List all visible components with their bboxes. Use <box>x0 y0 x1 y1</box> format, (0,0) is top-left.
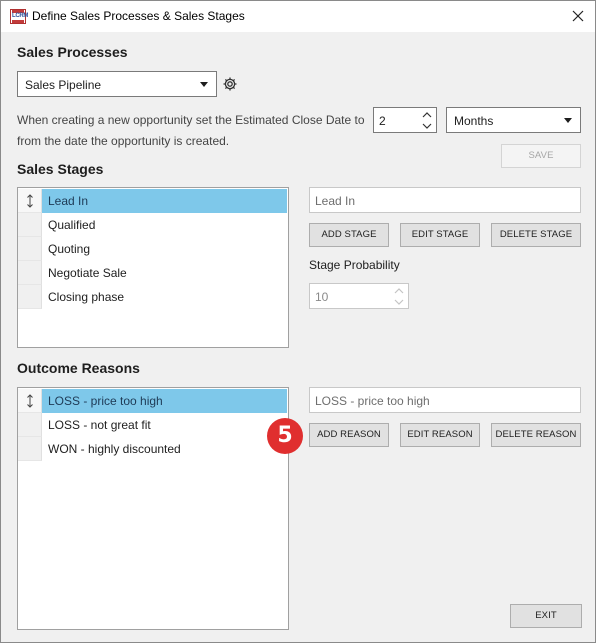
close-date-text-line1: When creating a new opportunity set the … <box>17 113 365 127</box>
close-date-value: 2 <box>379 114 386 128</box>
list-item[interactable]: Qualified <box>18 213 286 237</box>
delete-stage-button[interactable]: DELETE STAGE <box>491 223 581 247</box>
close-date-unit-select[interactable]: Months <box>446 107 581 133</box>
drag-handle[interactable] <box>18 413 42 437</box>
list-item-label: Closing phase <box>48 290 125 304</box>
sales-process-select[interactable]: Sales Pipeline <box>17 71 217 97</box>
list-item-label: Lead In <box>48 194 89 208</box>
drag-handle[interactable] <box>18 261 42 285</box>
lcrm-logo-icon: LCRM <box>10 9 29 24</box>
stepper-up-icon[interactable] <box>393 286 405 296</box>
chevron-down-icon <box>564 118 572 123</box>
close-date-stepper[interactable]: 2 <box>373 107 437 133</box>
stepper-down-icon[interactable] <box>421 121 433 131</box>
drag-handle[interactable] <box>18 285 42 309</box>
drag-handle[interactable] <box>18 237 42 261</box>
add-reason-button[interactable]: ADD REASON <box>309 423 389 447</box>
edit-reason-button[interactable]: EDIT REASON <box>400 423 480 447</box>
outcome-reasons-heading: Outcome Reasons <box>17 360 140 376</box>
list-item[interactable]: Lead In <box>18 189 287 213</box>
title-bar: LCRM Define Sales Processes & Sales Stag… <box>1 1 595 32</box>
list-item[interactable]: LOSS - price too high <box>18 389 287 413</box>
drag-handle[interactable] <box>18 213 42 237</box>
delete-reason-button[interactable]: DELETE REASON <box>491 423 581 447</box>
stepper-down-icon[interactable] <box>393 297 405 307</box>
list-item-label: LOSS - not great fit <box>48 418 151 432</box>
list-item[interactable]: Closing phase <box>18 285 286 309</box>
sales-stages-list[interactable]: Lead In Qualified Quoting Negotiate Sale… <box>17 187 289 348</box>
close-date-text-line2: from the date the opportunity is created… <box>17 134 230 148</box>
dialog-window: LCRM Define Sales Processes & Sales Stag… <box>0 0 596 643</box>
stage-name-field[interactable]: Lead In <box>309 187 581 213</box>
chevron-down-icon <box>200 82 208 87</box>
add-stage-button[interactable]: ADD STAGE <box>309 223 389 247</box>
save-button[interactable]: SAVE <box>501 144 581 168</box>
window-title: Define Sales Processes & Sales Stages <box>32 9 245 23</box>
app-icon-text: LCRM <box>12 13 29 19</box>
stage-name-value: Lead In <box>315 194 356 208</box>
close-date-unit-value: Months <box>454 114 494 128</box>
sales-process-value: Sales Pipeline <box>25 78 102 92</box>
exit-button[interactable]: EXIT <box>510 604 582 628</box>
list-item-label: Qualified <box>48 218 96 232</box>
outcome-reasons-list[interactable]: LOSS - price too high LOSS - not great f… <box>17 387 289 630</box>
list-item[interactable]: LOSS - not great fit <box>18 413 286 437</box>
edit-stage-button[interactable]: EDIT STAGE <box>400 223 480 247</box>
list-item-label: Quoting <box>48 242 91 256</box>
stage-probability-value: 10 <box>315 290 329 304</box>
list-item[interactable]: Quoting <box>18 237 286 261</box>
stage-probability-stepper[interactable]: 10 <box>309 283 409 309</box>
step-number-badge: 5 <box>267 418 303 454</box>
sales-stages-heading: Sales Stages <box>17 161 104 177</box>
list-item[interactable]: Negotiate Sale <box>18 261 286 285</box>
list-item-label: LOSS - price too high <box>48 394 163 408</box>
reason-name-value: LOSS - price too high <box>315 394 430 408</box>
list-item-label: Negotiate Sale <box>48 266 127 280</box>
stepper-up-icon[interactable] <box>421 110 433 120</box>
drag-handle-icon[interactable] <box>18 389 42 413</box>
drag-handle[interactable] <box>18 437 42 461</box>
list-item[interactable]: WON - highly discounted <box>18 437 286 461</box>
reason-name-field[interactable]: LOSS - price too high <box>309 387 581 413</box>
drag-handle-icon[interactable] <box>18 189 42 213</box>
gear-icon[interactable] <box>222 76 238 92</box>
stage-probability-label: Stage Probability <box>309 258 400 272</box>
list-item-label: WON - highly discounted <box>48 442 181 456</box>
close-icon[interactable] <box>567 6 589 26</box>
sales-processes-heading: Sales Processes <box>17 44 128 60</box>
